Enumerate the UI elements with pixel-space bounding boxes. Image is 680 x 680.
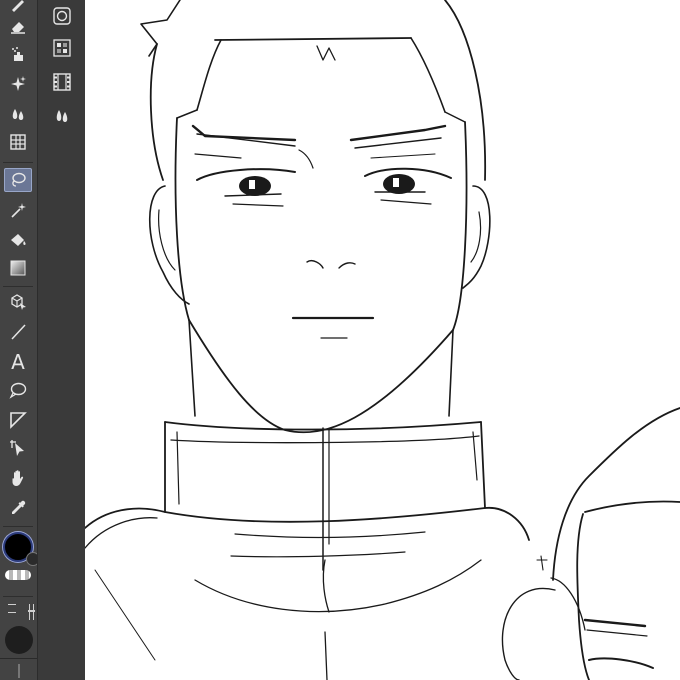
water-drops-icon (56, 110, 68, 122)
drawing-canvas[interactable] (85, 0, 680, 680)
speech-balloon-icon (9, 382, 27, 399)
water-drops-icon (12, 109, 24, 120)
3d-object-tool[interactable] (4, 290, 32, 314)
tool-palette: A (0, 0, 40, 680)
gradient-tool[interactable] (4, 256, 32, 280)
eyedropper-icon (12, 500, 26, 514)
airbrush-tool[interactable] (4, 42, 32, 66)
magic-wand-icon (11, 203, 26, 218)
hand-tool[interactable] (4, 466, 32, 490)
object-cursor-icon (10, 440, 24, 456)
pen-icon (12, 0, 24, 12)
gradient-icon (10, 260, 26, 276)
material-button[interactable] (46, 35, 78, 61)
layer-circle-icon (53, 7, 71, 25)
material-grid-icon (53, 39, 71, 57)
cube-cursor-icon (11, 294, 26, 310)
fill-tool[interactable] (4, 228, 32, 252)
scroll-handle[interactable] (18, 664, 20, 678)
toolbar-divider (3, 162, 33, 163)
blend-subtool-button[interactable] (46, 103, 78, 129)
sub-tool-panel (37, 0, 85, 680)
object-select-tool[interactable] (4, 436, 32, 460)
eyedropper-tool[interactable] (4, 496, 32, 520)
toolbar-divider (3, 596, 33, 597)
brush-size-divider (0, 658, 37, 659)
line-art-sketch (85, 0, 680, 680)
grid-icon (10, 134, 26, 150)
eraser-tool[interactable] (4, 14, 32, 38)
grid-tool[interactable] (4, 130, 32, 154)
sparkle-icon (11, 76, 26, 91)
toolbar-divider (3, 286, 33, 287)
palette-menu-icon[interactable] (8, 604, 16, 613)
toolbar-divider (3, 526, 33, 527)
eraser-icon (11, 22, 25, 34)
line-tool[interactable] (4, 320, 32, 344)
airbrush-icon (12, 47, 23, 61)
text-tool[interactable]: A (4, 350, 32, 374)
transparent-color-swatch[interactable] (5, 570, 31, 580)
hand-icon (12, 470, 24, 486)
lasso-selection-tool[interactable] (4, 168, 32, 192)
brush-size-preview[interactable] (5, 626, 33, 654)
decoration-tool[interactable] (4, 72, 32, 96)
film-strip-icon (53, 73, 71, 91)
ruler-icon (10, 412, 27, 429)
blend-tool[interactable] (4, 102, 32, 126)
auto-select-tool[interactable] (4, 198, 32, 222)
balloon-tool[interactable] (4, 378, 32, 402)
brush-size-slider-icon[interactable] (28, 604, 35, 620)
ruler-tool[interactable] (4, 408, 32, 432)
text-icon: A (11, 350, 25, 374)
paint-bucket-icon (11, 234, 26, 246)
animation-button[interactable] (46, 69, 78, 95)
layer-button[interactable] (46, 3, 78, 29)
lasso-icon (12, 172, 26, 187)
line-icon (11, 324, 26, 340)
